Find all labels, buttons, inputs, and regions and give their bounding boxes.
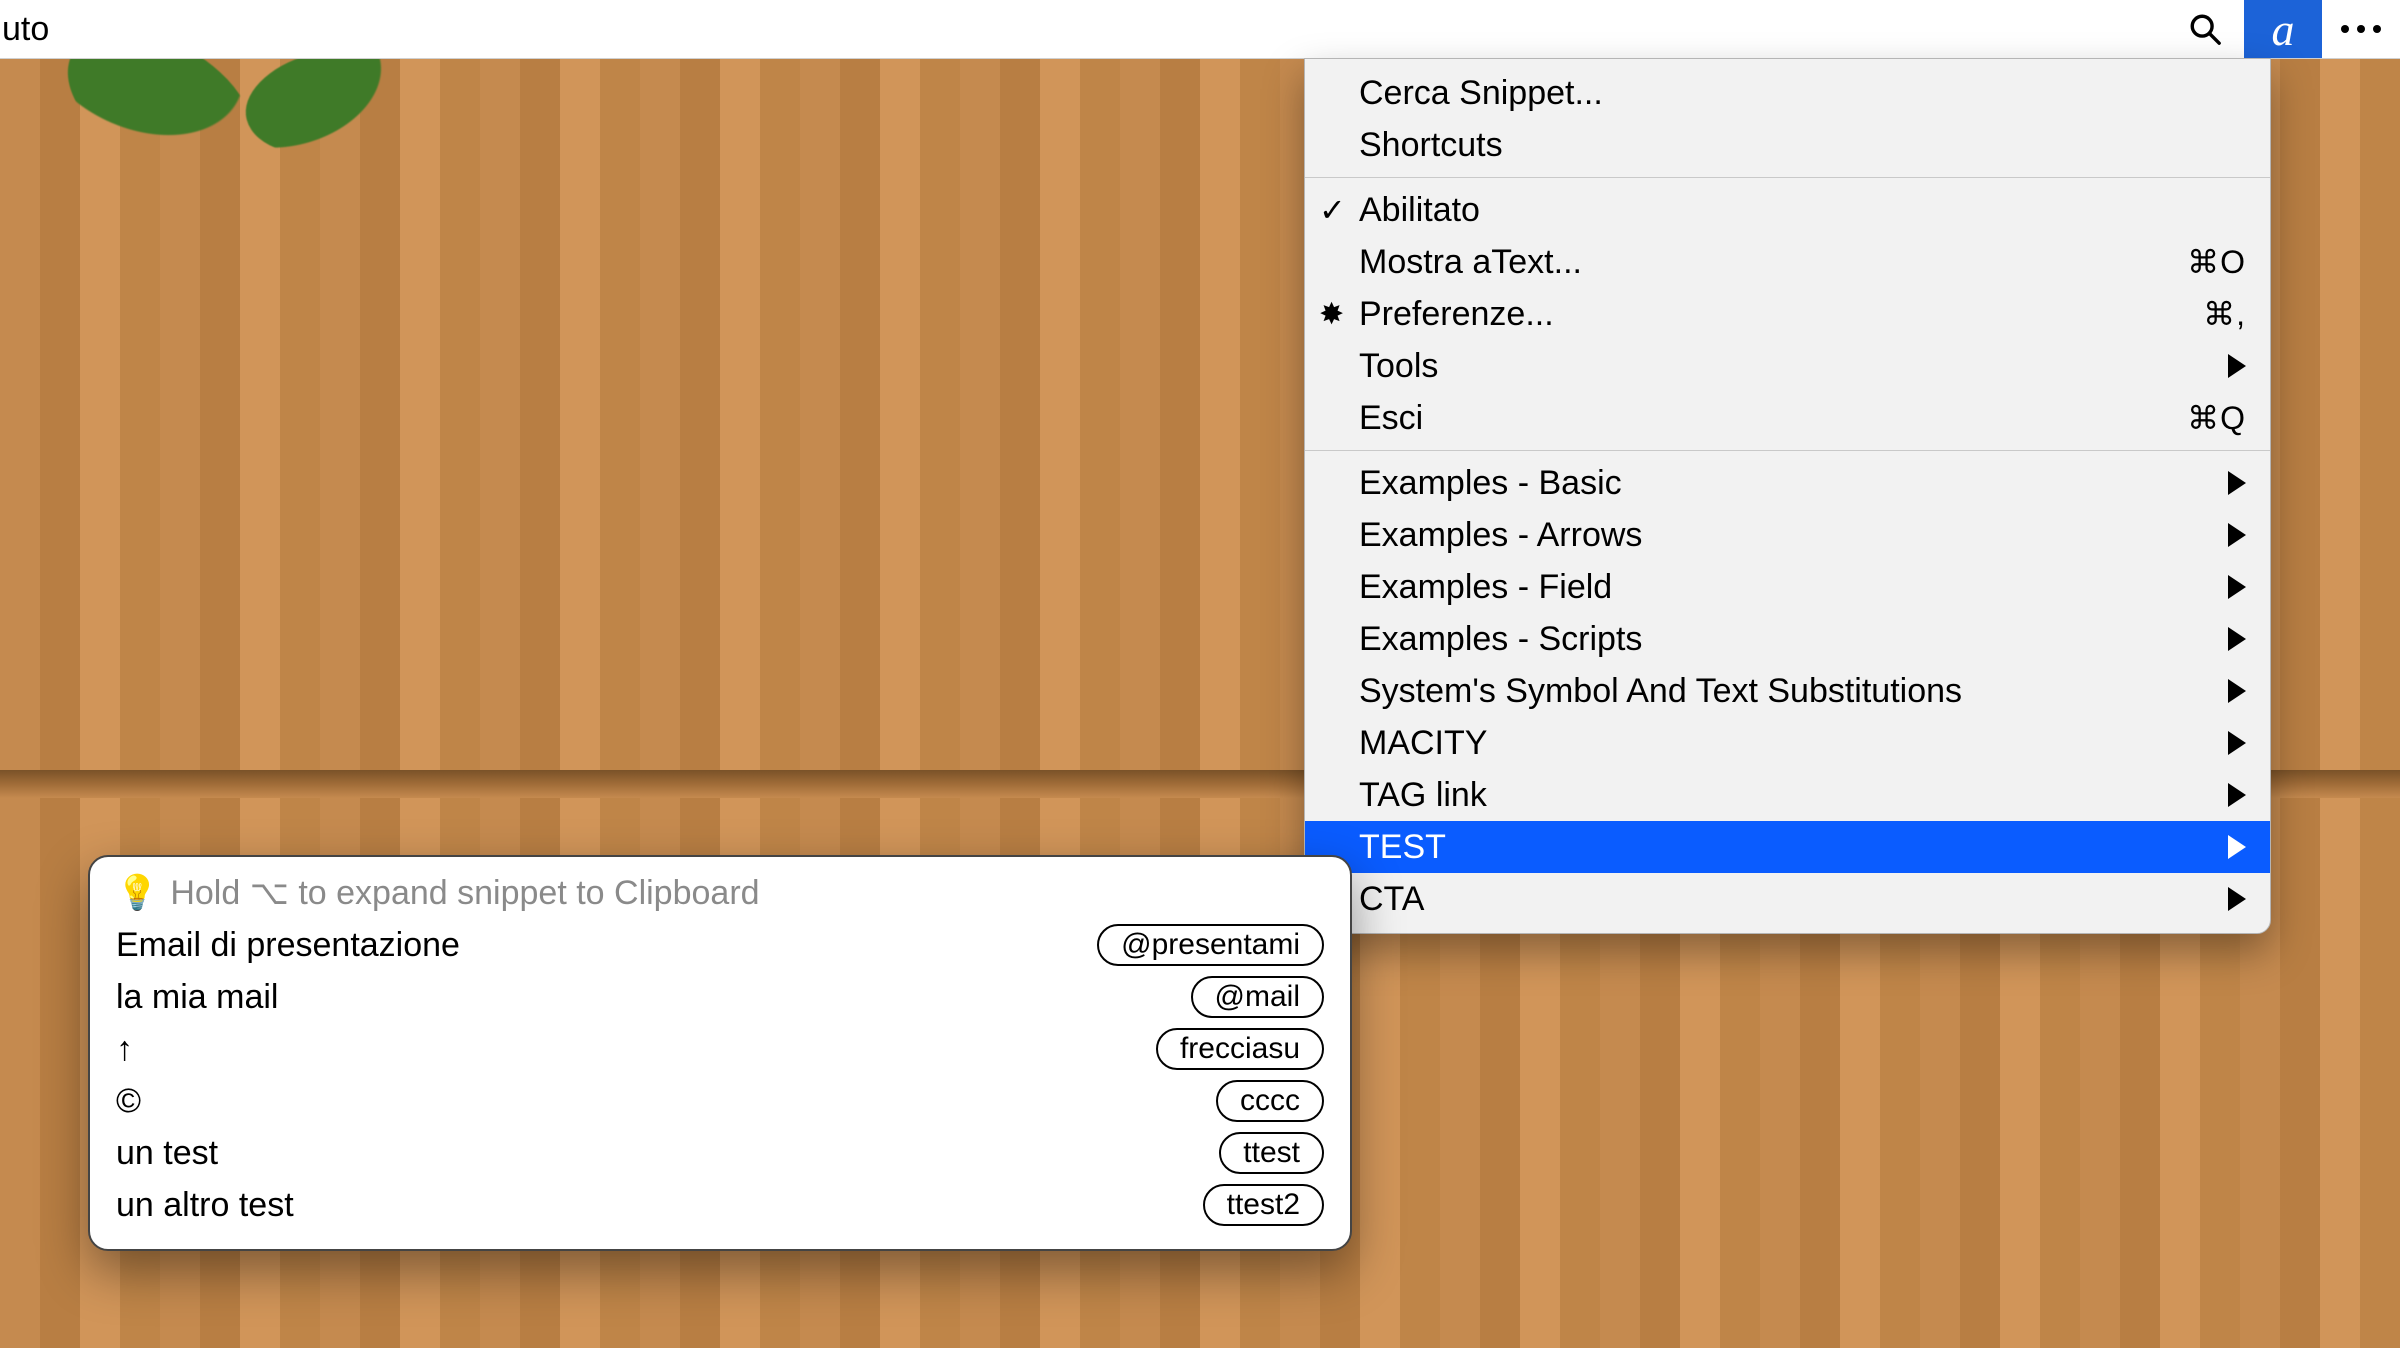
menu-item-examples-field[interactable]: Examples - Field [1305, 561, 2270, 613]
snippet-name: un altro test [116, 1186, 1203, 1225]
menu-separator [1305, 177, 2270, 178]
submenu-arrow-icon [2228, 679, 2246, 703]
lightbulb-icon: 💡 [116, 873, 158, 913]
menu-item-preferenze[interactable]: ✸ Preferenze...⌘, [1305, 288, 2270, 340]
menu-item-label: Mostra aText... [1359, 243, 2187, 282]
menu-item-examples-scripts[interactable]: Examples - Scripts [1305, 613, 2270, 665]
menu-item-label: System's Symbol And Text Substitutions [1359, 672, 2228, 711]
snippet-row[interactable]: un altro testttest2 [116, 1179, 1324, 1231]
snippet-name: la mia mail [116, 978, 1191, 1017]
snippet-row[interactable]: la mia mail@mail [116, 971, 1324, 1023]
menu-item-label: Tools [1359, 347, 2228, 386]
snippet-abbreviation-chip: ttest2 [1203, 1184, 1324, 1226]
submenu-arrow-icon [2228, 354, 2246, 378]
menu-item-shortcut: ⌘Q [2187, 399, 2246, 437]
menu-item-label: Examples - Scripts [1359, 620, 2228, 659]
more-button[interactable] [2322, 0, 2400, 58]
snippet-preview-panel: 💡 Hold ⌥ to expand snippet to Clipboard … [88, 855, 1352, 1251]
menu-item-cerca-snippet[interactable]: Cerca Snippet... [1305, 67, 2270, 119]
toolbar: uto a [0, 0, 2400, 59]
submenu-arrow-icon [2228, 783, 2246, 807]
menu-item-macity[interactable]: MACITY [1305, 717, 2270, 769]
search-icon [2188, 12, 2222, 46]
menu-item-label: Shortcuts [1359, 126, 2246, 165]
menu-item-test[interactable]: TEST [1305, 821, 2270, 873]
snippet-name: un test [116, 1134, 1219, 1173]
more-icon [2339, 23, 2383, 35]
atext-menubar-button[interactable]: a [2244, 0, 2322, 58]
menu-item-esci[interactable]: Esci⌘Q [1305, 392, 2270, 444]
menu-item-examples-basic[interactable]: Examples - Basic [1305, 457, 2270, 509]
window-title-fragment: uto [0, 10, 49, 49]
submenu-arrow-icon [2228, 887, 2246, 911]
menu-item-examples-arrows[interactable]: Examples - Arrows [1305, 509, 2270, 561]
menu-item-shortcut: ⌘, [2203, 295, 2246, 333]
atext-app-icon: a [2272, 3, 2295, 56]
snippet-abbreviation-chip: cccc [1216, 1080, 1324, 1122]
menu-item-label: Preferenze... [1359, 295, 2203, 334]
menu-item-label: CTA [1359, 880, 2228, 919]
snippet-name: Email di presentazione [116, 926, 1097, 965]
menu-item-label: TAG link [1359, 776, 2228, 815]
menu-separator [1305, 450, 2270, 451]
submenu-arrow-icon [2228, 471, 2246, 495]
menu-item-mostra-atext[interactable]: Mostra aText...⌘O [1305, 236, 2270, 288]
snippet-row[interactable]: ↑frecciasu [116, 1023, 1324, 1075]
submenu-arrow-icon [2228, 575, 2246, 599]
menu-item-label: Examples - Arrows [1359, 516, 2228, 555]
atext-dropdown-menu: Cerca Snippet... Shortcuts ✓ Abilitato Most… [1304, 58, 2271, 934]
menu-item-cta[interactable]: CTA [1305, 873, 2270, 925]
snippet-row[interactable]: un testttest [116, 1127, 1324, 1179]
menu-item-tools[interactable]: Tools [1305, 340, 2270, 392]
menu-item-label: MACITY [1359, 724, 2228, 763]
snippet-name: © [116, 1082, 1216, 1121]
snippet-hint: 💡 Hold ⌥ to expand snippet to Clipboard [116, 873, 1324, 913]
snippet-row[interactable]: ©cccc [116, 1075, 1324, 1127]
gear-icon: ✸ [1319, 297, 1344, 332]
snippet-abbreviation-chip: @presentami [1097, 924, 1324, 966]
submenu-arrow-icon [2228, 835, 2246, 859]
search-button[interactable] [2166, 0, 2244, 58]
menu-item-label: Examples - Field [1359, 568, 2228, 607]
menu-item-shortcuts[interactable]: Shortcuts [1305, 119, 2270, 171]
menu-item-label: Examples - Basic [1359, 464, 2228, 503]
menu-item-label: Abilitato [1359, 191, 2246, 230]
snippet-hint-text: Hold ⌥ to expand snippet to Clipboard [170, 873, 759, 913]
check-icon: ✓ [1319, 191, 1346, 229]
submenu-arrow-icon [2228, 523, 2246, 547]
snippet-abbreviation-chip: ttest [1219, 1132, 1324, 1174]
submenu-arrow-icon [2228, 627, 2246, 651]
snippet-abbreviation-chip: frecciasu [1156, 1028, 1324, 1070]
menu-item-abilitato[interactable]: ✓ Abilitato [1305, 184, 2270, 236]
snippet-abbreviation-chip: @mail [1191, 976, 1324, 1018]
menu-item-shortcut: ⌘O [2187, 243, 2246, 281]
menu-item-system-s-symbol-and-text-substitutions[interactable]: System's Symbol And Text Substitutions [1305, 665, 2270, 717]
snippet-row[interactable]: Email di presentazione@presentami [116, 919, 1324, 971]
menu-item-label: TEST [1359, 828, 2228, 867]
menu-item-tag-link[interactable]: TAG link [1305, 769, 2270, 821]
menu-item-label: Esci [1359, 399, 2187, 438]
snippet-name: ↑ [116, 1030, 1156, 1069]
menu-item-label: Cerca Snippet... [1359, 74, 2246, 113]
submenu-arrow-icon [2228, 731, 2246, 755]
